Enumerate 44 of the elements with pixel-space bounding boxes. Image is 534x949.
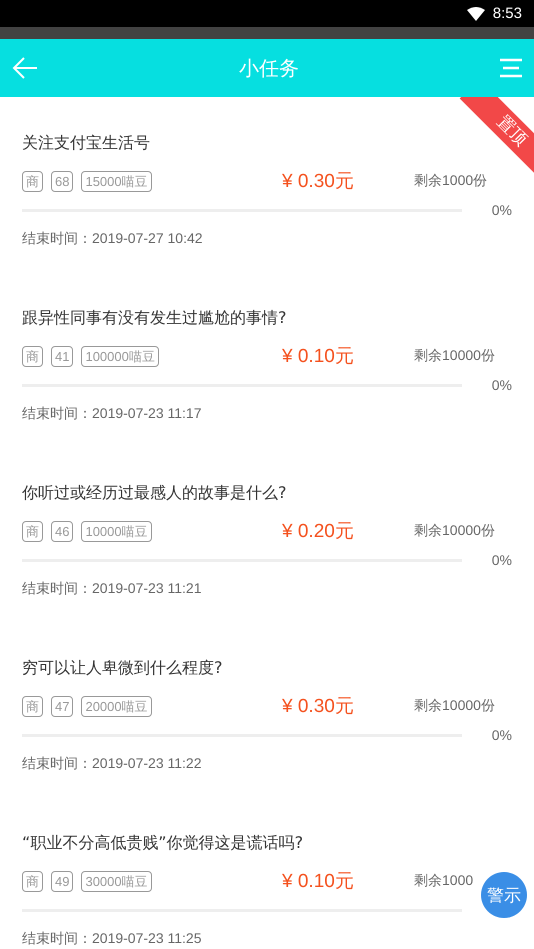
progress-percent: 0% xyxy=(490,377,512,393)
task-price: ¥ 0.30元 xyxy=(281,170,355,194)
remaining-count: 剩余10000份 xyxy=(414,697,496,715)
task-tag: 商 xyxy=(22,170,43,192)
task-tag: 15000喵豆 xyxy=(81,170,152,192)
status-time: 8:53 xyxy=(492,5,522,22)
task-tag: 商 xyxy=(22,696,43,716)
task-title[interactable]: 关注支付宝生活号 xyxy=(22,132,150,154)
menu-icon[interactable] xyxy=(500,58,522,78)
task-tag: 47 xyxy=(51,696,74,716)
end-time: 结束时间：2019-07-23 11:22 xyxy=(22,754,202,773)
task-tag: 100000喵豆 xyxy=(81,346,159,366)
back-icon[interactable] xyxy=(12,56,38,80)
page-title: 小任务 xyxy=(239,54,299,82)
end-time: 结束时间：2019-07-23 11:21 xyxy=(22,579,202,598)
end-time: 结束时间：2019-07-27 10:42 xyxy=(22,229,204,248)
progress-percent: 0% xyxy=(490,552,512,568)
task-tag: 30000喵豆 xyxy=(81,870,152,892)
task-tag: 41 xyxy=(51,346,74,366)
wifi-icon xyxy=(466,6,485,20)
task-title[interactable]: 跟异性同事有没有发生过尴尬的事情? xyxy=(22,307,286,329)
remaining-count: 剩余10000份 xyxy=(414,347,496,365)
task-tag: 商 xyxy=(22,870,43,892)
end-time: 结束时间：2019-07-23 11:25 xyxy=(22,929,202,948)
task-price: ¥ 0.20元 xyxy=(281,520,355,544)
task-price: ¥ 0.30元 xyxy=(281,695,355,719)
task-title[interactable]: 穷可以让人卑微到什么程度? xyxy=(22,657,222,679)
task-tag: 68 xyxy=(51,170,74,192)
task-tag: 20000喵豆 xyxy=(81,696,152,716)
task-tag: 10000喵豆 xyxy=(81,520,152,542)
end-time: 结束时间：2019-07-23 11:17 xyxy=(22,404,202,423)
task-title[interactable]: “职业不分高低贵贱”你觉得这是谎话吗? xyxy=(22,832,304,854)
task-tag: 46 xyxy=(51,520,74,542)
progress-percent: 0% xyxy=(490,202,512,218)
task-tag: 49 xyxy=(51,870,74,892)
progress-percent: 0% xyxy=(490,727,512,743)
remaining-count: 剩余1000 xyxy=(414,872,474,890)
task-price: ¥ 0.10元 xyxy=(281,870,355,894)
remaining-count: 剩余10000份 xyxy=(414,522,496,540)
task-price: ¥ 0.10元 xyxy=(281,345,355,369)
task-title[interactable]: 你听过或经历过最感人的故事是什么? xyxy=(22,482,286,504)
task-tag: 商 xyxy=(22,346,43,366)
remaining-count: 剩余1000份 xyxy=(414,172,488,190)
task-tag: 商 xyxy=(22,520,43,542)
